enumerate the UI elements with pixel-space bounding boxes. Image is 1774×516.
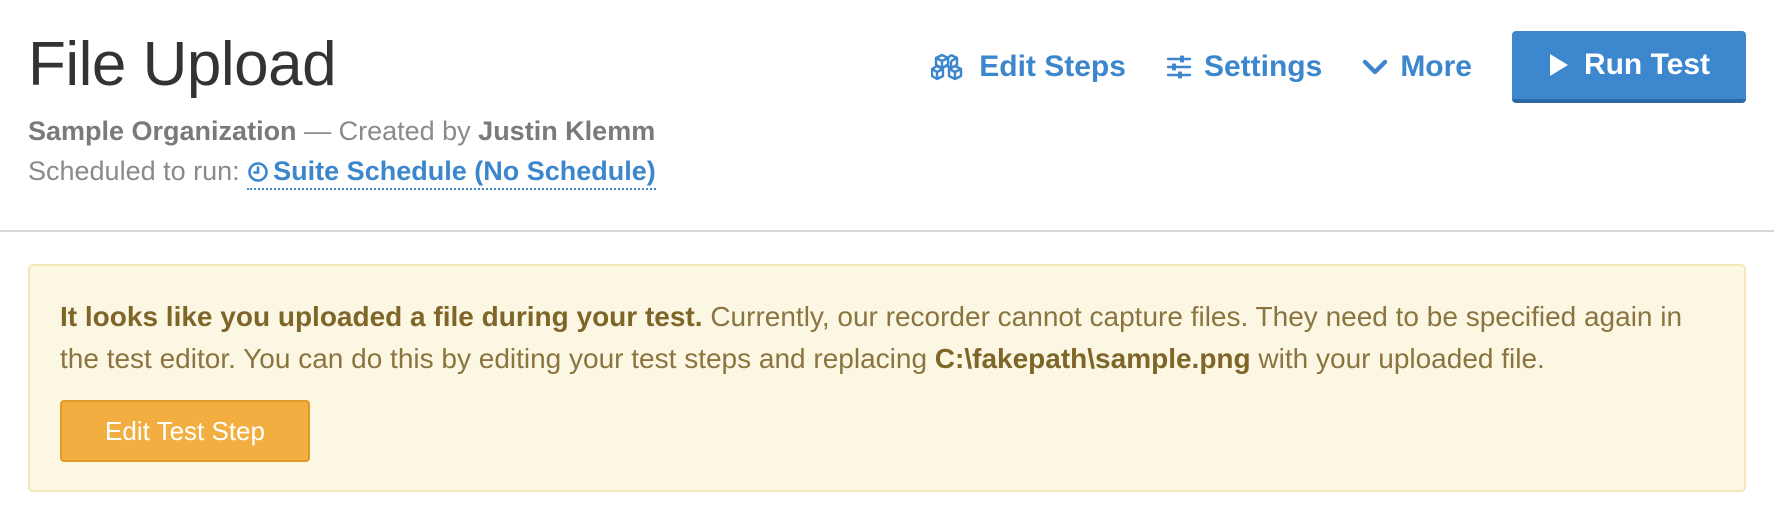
- scheduled-label: Scheduled to run:: [28, 156, 240, 186]
- edit-steps-link[interactable]: Edit Steps: [931, 50, 1126, 84]
- more-label: More: [1400, 50, 1472, 83]
- creator-name: Justin Klemm: [478, 116, 656, 146]
- page-title: File Upload: [28, 30, 337, 99]
- run-test-label: Run Test: [1583, 48, 1711, 81]
- edit-steps-label: Edit Steps: [979, 50, 1126, 83]
- warning-body-part2: with your uploaded file.: [1250, 343, 1545, 374]
- page: File Upload Sample Organization — Create…: [0, 0, 1774, 516]
- test-header: File Upload Sample Organization — Create…: [0, 0, 1774, 232]
- settings-label: Settings: [1203, 50, 1323, 83]
- cubes-icon: [931, 53, 963, 81]
- run-test-button[interactable]: Run Test: [1512, 31, 1746, 103]
- settings-link[interactable]: Settings: [1166, 50, 1322, 84]
- schedule-link[interactable]: Suite Schedule (No Schedule): [247, 156, 656, 190]
- schedule-line: Scheduled to run: Suite Schedule (No Sch…: [28, 153, 656, 190]
- organization-name: Sample Organization: [28, 116, 297, 146]
- play-icon: [1549, 54, 1568, 76]
- schedule-link-label: Suite Schedule (No Schedule): [273, 156, 656, 186]
- warning-intro: It looks like you uploaded a file during…: [60, 301, 703, 332]
- chevron-down-icon: [1363, 59, 1388, 75]
- more-dropdown[interactable]: More: [1362, 50, 1472, 84]
- test-meta: Sample Organization — Created by Justin …: [28, 113, 655, 149]
- sliders-icon: [1166, 55, 1192, 79]
- clock-icon: [248, 162, 268, 182]
- header-actions: Edit Steps Settings More Run Test: [931, 30, 1746, 104]
- edit-test-step-button[interactable]: Edit Test Step: [60, 400, 310, 462]
- warning-message: It looks like you uploaded a file during…: [60, 296, 1720, 380]
- file-upload-warning: It looks like you uploaded a file during…: [28, 264, 1746, 492]
- fake-file-path: C:\fakepath\sample.png: [934, 343, 1251, 374]
- created-by-label: — Created by: [304, 116, 471, 146]
